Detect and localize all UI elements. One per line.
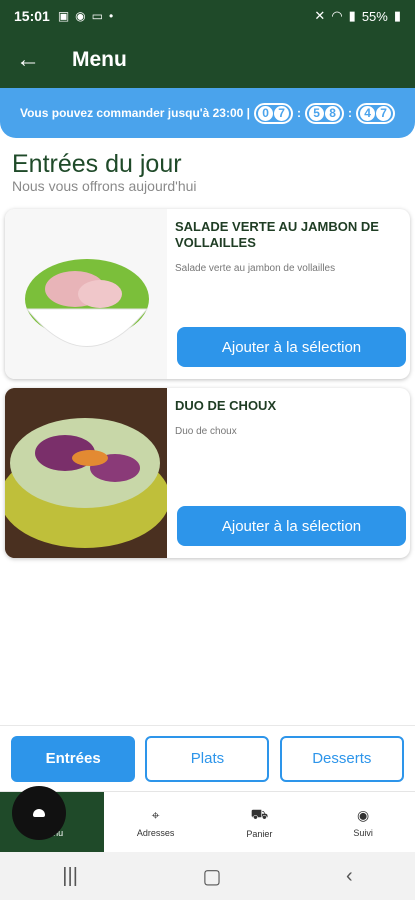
timer-digit: 4: [360, 105, 376, 121]
category-tabs: Entrées Plats Desserts: [0, 725, 415, 791]
page-title: Menu: [72, 48, 127, 71]
system-navigation-bar: ||| ▢ ‹: [0, 852, 415, 900]
section-title: Entrées du jour: [12, 150, 182, 178]
menu-item-name: DUO DE CHOUX: [175, 398, 277, 413]
location-pin-icon: ⌖: [151, 806, 160, 823]
tab-plats[interactable]: Plats: [145, 735, 270, 782]
mute-icon: ✕: [314, 8, 326, 23]
nav-item-label: Suivi: [353, 827, 373, 838]
timer-digit: 8: [325, 105, 341, 121]
floating-action-button[interactable]: [12, 786, 66, 840]
timer-minutes: 5 8: [305, 102, 345, 124]
timer-separator: :: [297, 106, 302, 120]
nav-item-label: Adresses: [136, 827, 175, 838]
section-subtitle: Nous vous offrons aujourd'hui: [12, 178, 197, 194]
add-to-selection-button[interactable]: Ajouter à la sélection: [177, 506, 406, 546]
cloche-icon: [33, 809, 45, 817]
add-to-selection-button[interactable]: Ajouter à la sélection: [177, 327, 406, 367]
tab-desserts[interactable]: Desserts: [279, 735, 404, 782]
wifi-icon: ◠: [331, 8, 343, 23]
timer-seconds: 4 7: [356, 102, 396, 124]
recent-apps-icon[interactable]: |||: [62, 865, 78, 888]
cart-icon: ⛟: [250, 805, 269, 822]
signal-icon: ▮: [348, 8, 356, 23]
app-bar: ← Menu: [0, 32, 415, 88]
menu-item-card: SALADE VERTE AU JAMBON DE VOLLAILLES Sal…: [5, 209, 410, 379]
system-back-icon[interactable]: ‹: [346, 865, 353, 888]
timer-separator: :: [348, 106, 353, 120]
menu-item-description: Duo de choux: [175, 426, 237, 437]
menu-item-card: DUO DE CHOUX Duo de choux Ajouter à la s…: [5, 388, 410, 558]
timer-digit: 0: [258, 105, 274, 121]
salad-ham-image: [5, 209, 167, 379]
eye-icon: ◉: [357, 806, 370, 823]
nav-item-label: Panier: [246, 828, 273, 839]
tab-entrees[interactable]: Entrées: [11, 735, 136, 782]
countdown-timer: 0 7 : 5 8 : 4 7: [254, 102, 396, 124]
dot-icon: •: [108, 9, 114, 23]
timer-digit: 7: [376, 105, 392, 121]
timer-hours: 0 7: [254, 102, 294, 124]
message-icon: ◉: [75, 9, 86, 23]
nav-item-adresses[interactable]: ⌖ Adresses: [104, 792, 208, 852]
menu-item-description: Salade verte au jambon de vollailles: [175, 263, 336, 274]
status-system-icons: ✕ ◠ ▮ 55% ▮: [314, 8, 401, 24]
cast-icon: ▭: [91, 9, 103, 23]
menu-item-name: SALADE VERTE AU JAMBON DE VOLLAILLES: [175, 219, 379, 250]
battery-icon: ▮: [393, 8, 401, 23]
timer-digit: 5: [309, 105, 325, 121]
status-bar: 15:01 ▣ ◉ ▭ • ✕ ◠ ▮ 55% ▮: [0, 0, 415, 32]
status-time: 15:01: [14, 8, 50, 24]
order-deadline-text: Vous pouvez commander jusqu'à 23:00 |: [19, 106, 251, 120]
home-icon[interactable]: ▢: [203, 864, 222, 889]
order-deadline-banner: Vous pouvez commander jusqu'à 23:00 | 0 …: [0, 88, 415, 138]
status-notification-icons: ▣ ◉ ▭ •: [58, 9, 113, 23]
back-arrow-icon[interactable]: ←: [0, 46, 56, 74]
nav-item-suivi[interactable]: ◉ Suivi: [311, 792, 415, 852]
nav-item-panier[interactable]: ⛟ Panier: [208, 792, 312, 852]
gallery-icon: ▣: [57, 9, 70, 23]
battery-level: 55%: [361, 8, 388, 24]
timer-digit: 7: [274, 105, 290, 121]
cabbage-salad-image: [5, 388, 170, 558]
